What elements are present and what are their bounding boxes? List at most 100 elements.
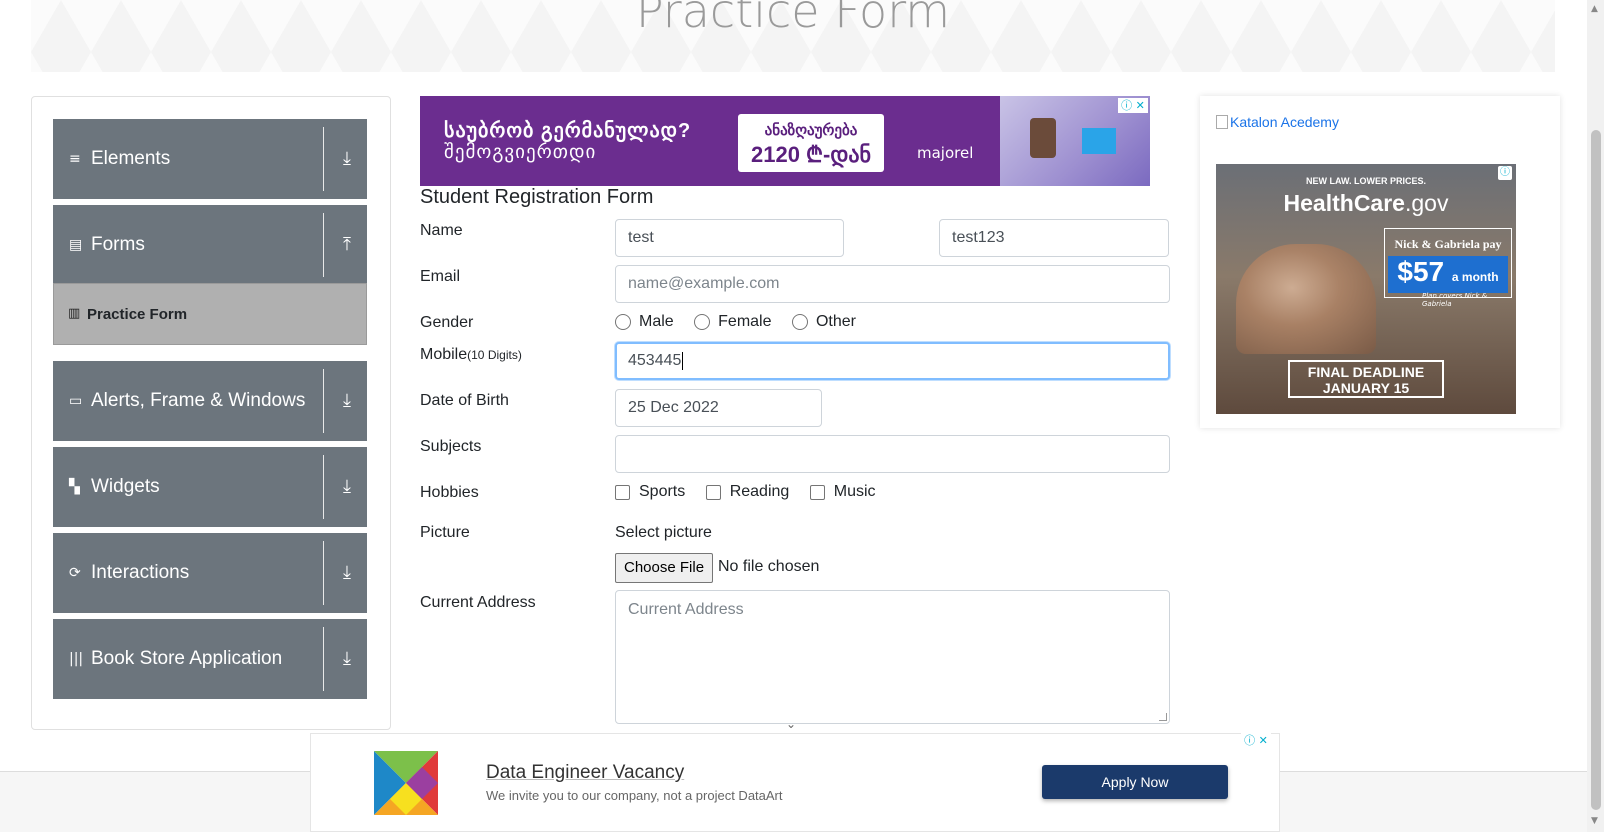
ad-salary-box: ანაზღაურება 2120 ₾-დან [738,114,884,172]
ad-close-icon[interactable]: ✕ [1136,99,1145,112]
sidebar-item-label: Practice Form [87,306,188,323]
sidebar-group-label: Elements [91,148,171,169]
mobile-label-text: Mobile [420,346,468,363]
resize-handle-icon[interactable] [1159,713,1167,721]
ad-info-icon[interactable]: ⓘ [1121,99,1132,112]
checkbox[interactable] [809,484,825,500]
subjects-label: Subjects [420,438,482,455]
email-input[interactable]: name@example.com [615,265,1170,303]
divider [323,541,324,605]
expand-arrow-icon[interactable]: ⤓ [337,145,357,173]
ad-headline[interactable]: Data Engineer Vacancy [486,762,684,784]
sidebar-group-alerts[interactable]: ▭ Alerts, Frame & Windows ⤓ [53,361,367,441]
sidebar-group-forms[interactable]: ▤ Forms ⤒ [53,205,367,285]
radio-button[interactable] [791,314,808,330]
apply-now-button[interactable]: Apply Now [1042,765,1228,799]
ad-info-icon[interactable]: ⓘ [1244,734,1255,747]
ad-subtext: We invite you to our company, not a proj… [486,788,783,803]
sidebar-group-elements[interactable]: ≡ Elements ⤓ [53,119,367,199]
price-pill: $57 a month [1388,256,1508,293]
ad-tagline: NEW LAW. LOWER PRICES. [1305,176,1426,186]
window-icon: ▭ [69,393,83,409]
checkbox[interactable] [705,484,721,500]
scroll-up-arrow-icon[interactable]: ▲ [1591,4,1598,14]
right-ad-panel: Katalon Acedemy NEW LAW. LOWER PRICES. H… [1200,96,1560,428]
radio-button[interactable] [615,314,631,330]
mobile-hint: (10 Digits) [467,348,522,362]
dob-label: Date of Birth [420,392,509,409]
bookshelf-icon: ||| [69,651,84,667]
interactions-icon: ⟳ [69,565,81,581]
hobby-reading-option[interactable]: Reading [705,483,789,501]
healthcare-advertisement[interactable]: NEW LAW. LOWER PRICES. HealthCare.gov Ni… [1216,164,1516,414]
ad-close-icon[interactable]: ✕ [1259,734,1268,747]
email-label: Email [420,268,461,285]
gender-female-option[interactable]: Female [694,313,772,331]
top-advertisement[interactable]: საუბრობ გერმანულად? შემოგვიერთდი ანაზღაუ… [420,96,1150,186]
ad-close-controls[interactable]: ⓘ ✕ [1118,98,1148,113]
subjects-input[interactable] [615,435,1170,473]
gender-other-option[interactable]: Other [791,313,856,331]
gender-radio-group: Male Female Other [615,313,872,335]
ad-text: საუბრობ გერმანულად? შემოგვიერთდი [444,120,691,164]
sidebar-group-label: Forms [91,234,145,255]
current-address-label: Current Address [420,594,536,611]
divider [323,127,324,191]
picture-label: Picture [420,524,470,541]
divider [323,213,324,277]
sidebar-group-label: Interactions [91,562,190,583]
hamburger-icon: ≡ [69,151,81,167]
date-of-birth-input[interactable]: 25 Dec 2022 [615,389,822,427]
hobby-music-option[interactable]: Music [809,483,876,501]
gender-label: Gender [420,314,474,331]
expand-arrow-icon[interactable]: ⤓ [337,645,357,673]
price-unit: a month [1451,270,1499,284]
choose-file-button[interactable]: Choose File [615,553,714,583]
first-name-input[interactable]: test [615,219,844,257]
katalon-link-text[interactable]: Katalon Acedemy [1230,114,1339,130]
sidebar-group-book-store[interactable]: ||| Book Store Application ⤓ [53,619,367,699]
dataart-logo-icon [374,751,438,815]
chevron-down-icon: ⌄ [786,717,797,731]
scrollbar-thumb[interactable] [1591,130,1601,810]
hobbies-checkbox-group: Sports Reading Music [615,483,892,505]
radio-label: Other [815,313,856,330]
radio-button[interactable] [694,314,711,330]
hobby-sports-option[interactable]: Sports [615,483,685,501]
vertical-scrollbar[interactable]: ▲ ▼ [1587,0,1604,832]
deadline-line2: JANUARY 15 [1322,380,1410,396]
sidebar: ≡ Elements ⤓ ▤ Forms ⤒ ▥ Practice Form ▭… [31,96,391,730]
collapse-arrow-icon[interactable]: ⤒ [337,231,357,259]
expand-arrow-icon[interactable]: ⤓ [337,559,357,587]
broken-image-icon [1216,115,1228,129]
gender-male-option[interactable]: Male [615,313,674,331]
header-banner: Practice Form [31,0,1555,72]
form-icon: ▥ [68,306,81,321]
sidebar-group-label: Widgets [91,476,160,497]
divider [323,627,324,691]
ad-info-icon[interactable]: ⓘ [1498,166,1512,180]
scroll-down-arrow-icon[interactable]: ▼ [1591,816,1598,826]
checkbox-label: Music [833,483,876,500]
ad-family-photo [1236,244,1376,354]
last-name-input[interactable]: test123 [939,219,1169,257]
sidebar-group-widgets[interactable]: ▚ Widgets ⤓ [53,447,367,527]
radio-label: Male [639,313,674,330]
sidebar-item-practice-form[interactable]: ▥ Practice Form [53,283,367,345]
ad-screen [1082,128,1116,154]
expand-arrow-icon[interactable]: ⤓ [337,473,357,501]
mobile-input[interactable]: 453445 [615,342,1170,380]
document-icon: ▤ [69,237,83,253]
price-caption: Nick & Gabriela pay [1394,237,1502,251]
ad-deadline-box: FINAL DEADLINE JANUARY 15 [1288,360,1444,398]
katalon-academy-link[interactable]: Katalon Acedemy [1216,114,1339,130]
ad-close-controls[interactable]: ⓘ ✕ [1241,733,1271,748]
bottom-advertisement[interactable]: Data Engineer Vacancy We invite you to o… [310,733,1280,832]
checkbox[interactable] [615,484,630,500]
sidebar-group-interactions[interactable]: ⟳ Interactions ⤓ [53,533,367,613]
form-title: Student Registration Form [420,186,654,208]
mobile-value: 453445 [628,352,682,369]
current-address-textarea[interactable]: Current Address [615,590,1170,724]
mobile-label: Mobile(10 Digits) [420,346,522,364]
expand-arrow-icon[interactable]: ⤓ [337,387,357,415]
